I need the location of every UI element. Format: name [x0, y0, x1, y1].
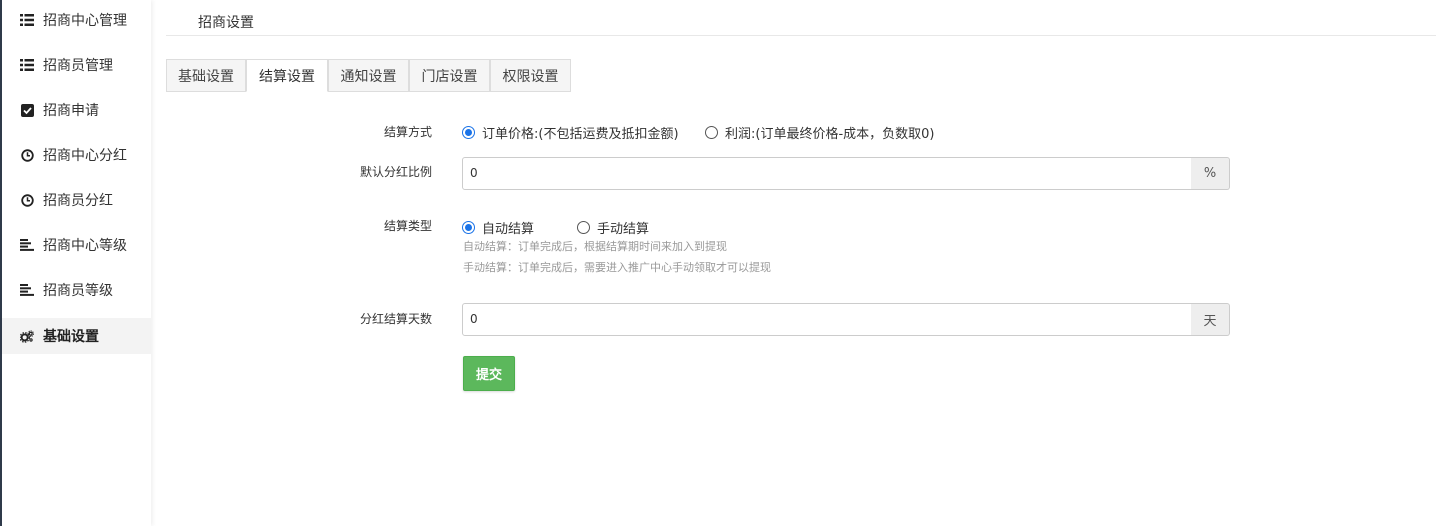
settle-method-label: 结算方式 [383, 125, 432, 139]
days-addon: 天 [1191, 303, 1230, 336]
sidebar-item-agent-level[interactable]: 招商员等级 [2, 272, 151, 308]
sidebar-item-label: 招商员管理 [43, 58, 113, 74]
settle-method-profit-label: 利润:(订单最终价格-成本，负数取0) [725, 127, 935, 142]
sidebar-item-label: 招商中心等级 [43, 238, 127, 254]
settle-type-manual-radio[interactable] [577, 221, 590, 234]
sidebar-item-label: 招商中心分红 [43, 148, 127, 164]
checkbox-icon [20, 103, 34, 117]
settle-type-auto-help: 自动结算：订单完成后，根据结算期时间来加入到提现 [463, 240, 727, 253]
tab-permission-settings[interactable]: 权限设置 [490, 59, 571, 92]
align-left-icon [20, 283, 34, 297]
sidebar-item-label: 招商员分红 [43, 193, 113, 209]
sidebar-item-label: 招商中心管理 [43, 13, 127, 29]
settle-type-auto-radio[interactable] [462, 221, 475, 234]
clock-icon [20, 193, 34, 207]
settle-type-auto-label: 自动结算 [482, 222, 535, 237]
tab-settlement-settings[interactable]: 结算设置 [246, 59, 328, 92]
sidebar-item-application[interactable]: 招商申请 [2, 92, 151, 128]
sidebar-item-basic-settings[interactable]: 基础设置 [2, 318, 151, 354]
settle-type-manual-help: 手动结算：订单完成后，需要进入推广中心手动领取才可以提现 [463, 261, 771, 274]
align-left-icon [20, 238, 34, 252]
settle-days-label: 分红结算天数 [359, 312, 432, 326]
sidebar-item-center-bonus[interactable]: 招商中心分红 [2, 137, 151, 173]
page-title: 招商设置 [198, 15, 254, 31]
list-icon [20, 13, 34, 27]
settle-type-label: 结算类型 [383, 219, 432, 233]
settle-method-order-price-radio[interactable] [462, 126, 475, 139]
tab-store-settings[interactable]: 门店设置 [409, 59, 490, 92]
clock-icon [20, 148, 34, 162]
sidebar-item-label: 基础设置 [43, 329, 99, 345]
sidebar-item-agent-management[interactable]: 招商员管理 [2, 47, 151, 83]
default-ratio-label: 默认分红比例 [359, 165, 432, 179]
sidebar-item-label: 招商申请 [43, 103, 99, 119]
settle-method-order-price-label: 订单价格:(不包括运费及抵扣金额) [482, 127, 679, 142]
list-icon [20, 58, 34, 72]
settle-type-manual-label: 手动结算 [597, 222, 650, 237]
sidebar-item-agent-bonus[interactable]: 招商员分红 [2, 182, 151, 218]
sidebar-item-center-level[interactable]: 招商中心等级 [2, 227, 151, 263]
settle-method-profit-radio[interactable] [705, 126, 718, 139]
sidebar-item-center-management[interactable]: 招商中心管理 [2, 2, 151, 38]
tab-notification-settings[interactable]: 通知设置 [328, 59, 409, 92]
sidebar: 招商中心管理 招商员管理 招商申请 招商中心分红 招商员分红 招商中心等级 招商… [0, 0, 151, 526]
sidebar-item-label: 招商员等级 [43, 283, 113, 299]
settle-days-input[interactable]: 0 [462, 303, 1192, 336]
title-divider [166, 35, 1436, 36]
default-ratio-input[interactable]: 0 [462, 157, 1192, 190]
cogs-icon [20, 329, 34, 343]
submit-button[interactable]: 提交 [463, 356, 515, 391]
percent-addon: % [1191, 157, 1230, 190]
tab-basic-settings[interactable]: 基础设置 [166, 59, 246, 92]
